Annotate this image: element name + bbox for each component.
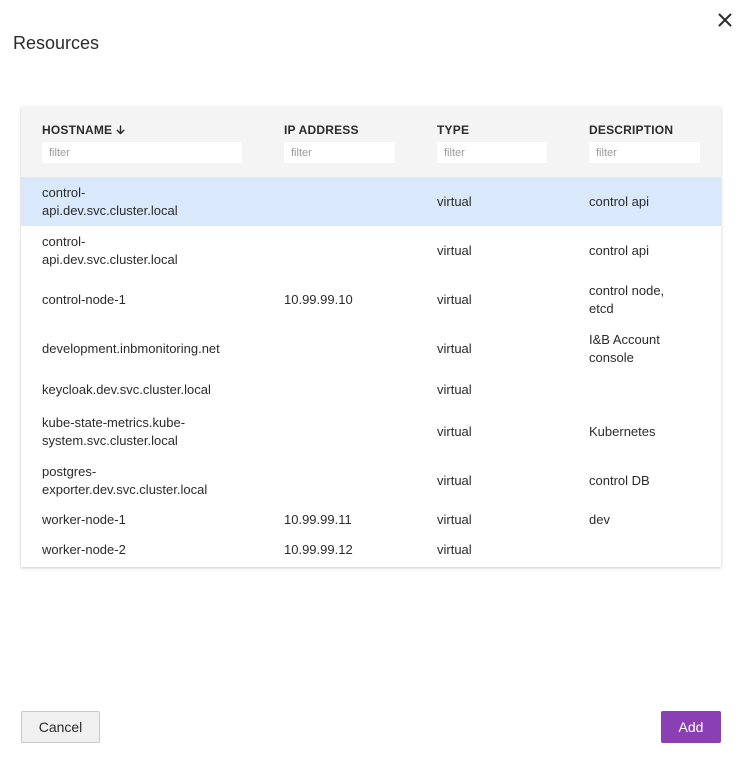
cell-type: virtual [437,275,577,324]
cell-description: I&B Account console [589,324,709,373]
cell-hostname: postgres- exporter.dev.svc.cluster.local [42,456,272,505]
description-filter-input[interactable] [589,142,700,163]
table-row[interactable]: control- api.dev.svc.cluster.local virtua… [21,226,721,275]
cell-description-text: dev [589,512,610,527]
table-row[interactable]: kube-state-metrics.kube- system.svc.clus… [21,407,721,456]
resources-table: HOSTNAME IP ADDRESS TYPE DESCRIPTIO [21,107,721,567]
cell-hostname-text: worker-node-1 [42,512,126,527]
cell-hostname: worker-node-1 [42,505,272,535]
cell-hostname-text: control-node-1 [42,291,126,307]
cell-description-text: I&B Account console [589,331,660,365]
type-filter-input[interactable] [437,142,547,163]
cell-hostname-text: kube-state-metrics.kube- system.svc.clus… [42,414,186,448]
cell-description-text: control DB [589,472,650,488]
cell-ip-address: 10.99.99.11 [284,505,424,535]
column-ip-address-label[interactable]: IP ADDRESS [284,123,359,137]
cell-type-text: virtual [437,423,472,439]
cell-ip-address [284,177,424,226]
cell-type: virtual [437,535,577,565]
cell-type: virtual [437,177,577,226]
cancel-button[interactable]: Cancel [21,711,100,743]
close-button[interactable] [712,8,738,34]
table-row[interactable]: keycloak.dev.svc.cluster.local virtual [21,373,721,407]
table-row[interactable]: control-node-1 10.99.99.10 virtual control … [21,275,721,324]
cell-ip-address [284,226,424,275]
cell-hostname: control-node-1 [42,275,272,324]
column-type-label[interactable]: TYPE [437,123,469,137]
cell-type-text: virtual [437,340,472,356]
cell-description-text: Kubernetes [589,423,656,439]
cell-type-text: virtual [437,193,472,209]
column-header-label[interactable]: HOSTNAME [42,123,125,137]
table-row[interactable]: worker-node-1 10.99.99.11 virtual dev [21,505,721,535]
table-row[interactable]: control- api.dev.svc.cluster.local virtua… [21,177,721,226]
add-button[interactable]: Add [661,711,721,743]
cell-description-text: control api [589,242,649,258]
cell-type: virtual [437,373,577,407]
cell-type: virtual [437,407,577,456]
cell-description: control DB [589,456,709,505]
cell-type-text: virtual [437,512,472,527]
cell-ip-address [284,324,424,373]
dialog-title: Resources [13,33,100,53]
close-icon [718,13,732,30]
cell-description [589,535,709,565]
cell-description: control api [589,226,709,275]
cell-type-text: virtual [437,472,472,488]
cell-hostname-text: keycloak.dev.svc.cluster.local [42,382,211,397]
cell-type-text: virtual [437,382,472,397]
cell-ip-address: 10.99.99.10 [284,275,424,324]
column-description-label[interactable]: DESCRIPTION [589,123,673,137]
cell-type: virtual [437,505,577,535]
column-hostname[interactable]: HOSTNAME [42,107,242,177]
table-header: HOSTNAME IP ADDRESS TYPE DESCRIPTIO [21,107,721,177]
cell-ip-address-text: 10.99.99.11 [284,512,352,527]
cell-type: virtual [437,456,577,505]
cell-hostname-text: worker-node-2 [42,542,126,557]
arrow-down-icon [116,125,125,135]
cell-type-text: virtual [437,542,472,557]
cell-description-text: control node, etcd [589,282,665,316]
cell-hostname-text: postgres- exporter.dev.svc.cluster.local [42,463,208,497]
cell-hostname: kube-state-metrics.kube- system.svc.clus… [42,407,272,456]
cell-hostname: control- api.dev.svc.cluster.local [42,226,272,275]
cell-hostname: keycloak.dev.svc.cluster.local [42,373,272,407]
cell-ip-address: 10.99.99.12 [284,535,424,565]
cell-hostname: development.inbmonitoring.net [42,324,272,373]
table-row[interactable]: development.inbmonitoring.net virtual I&B … [21,324,721,373]
ip-address-filter-input[interactable] [284,142,395,163]
cell-hostname-text: control- api.dev.svc.cluster.local [42,233,178,267]
cell-description: dev [589,505,709,535]
cell-ip-address [284,373,424,407]
cell-description: control api [589,177,709,226]
cell-description-text: control api [589,193,649,209]
cell-hostname-text: development.inbmonitoring.net [42,340,220,356]
cell-ip-address [284,407,424,456]
column-description[interactable]: DESCRIPTION [589,107,700,177]
column-type[interactable]: TYPE [437,107,547,177]
table-row[interactable]: worker-node-2 10.99.99.12 virtual [21,535,721,565]
cell-type-text: virtual [437,242,472,258]
cell-hostname: worker-node-2 [42,535,272,565]
cell-ip-address-text: 10.99.99.12 [284,542,353,557]
column-hostname-label: HOSTNAME [42,123,113,137]
cell-hostname: control- api.dev.svc.cluster.local [42,177,272,226]
column-ip-address[interactable]: IP ADDRESS [284,107,395,177]
cell-ip-address-text: 10.99.99.10 [284,291,353,307]
hostname-filter-input[interactable] [42,142,242,163]
cell-type: virtual [437,324,577,373]
cell-type: virtual [437,226,577,275]
cell-description: control node, etcd [589,275,709,324]
resources-dialog: Resources HOSTNAME IP A [0,0,745,767]
cell-description: Kubernetes [589,407,709,456]
cell-ip-address [284,456,424,505]
cell-hostname-text: control- api.dev.svc.cluster.local [42,184,178,218]
cell-type-text: virtual [437,291,472,307]
cell-description [589,373,709,407]
table-row[interactable]: postgres- exporter.dev.svc.cluster.local… [21,456,721,505]
